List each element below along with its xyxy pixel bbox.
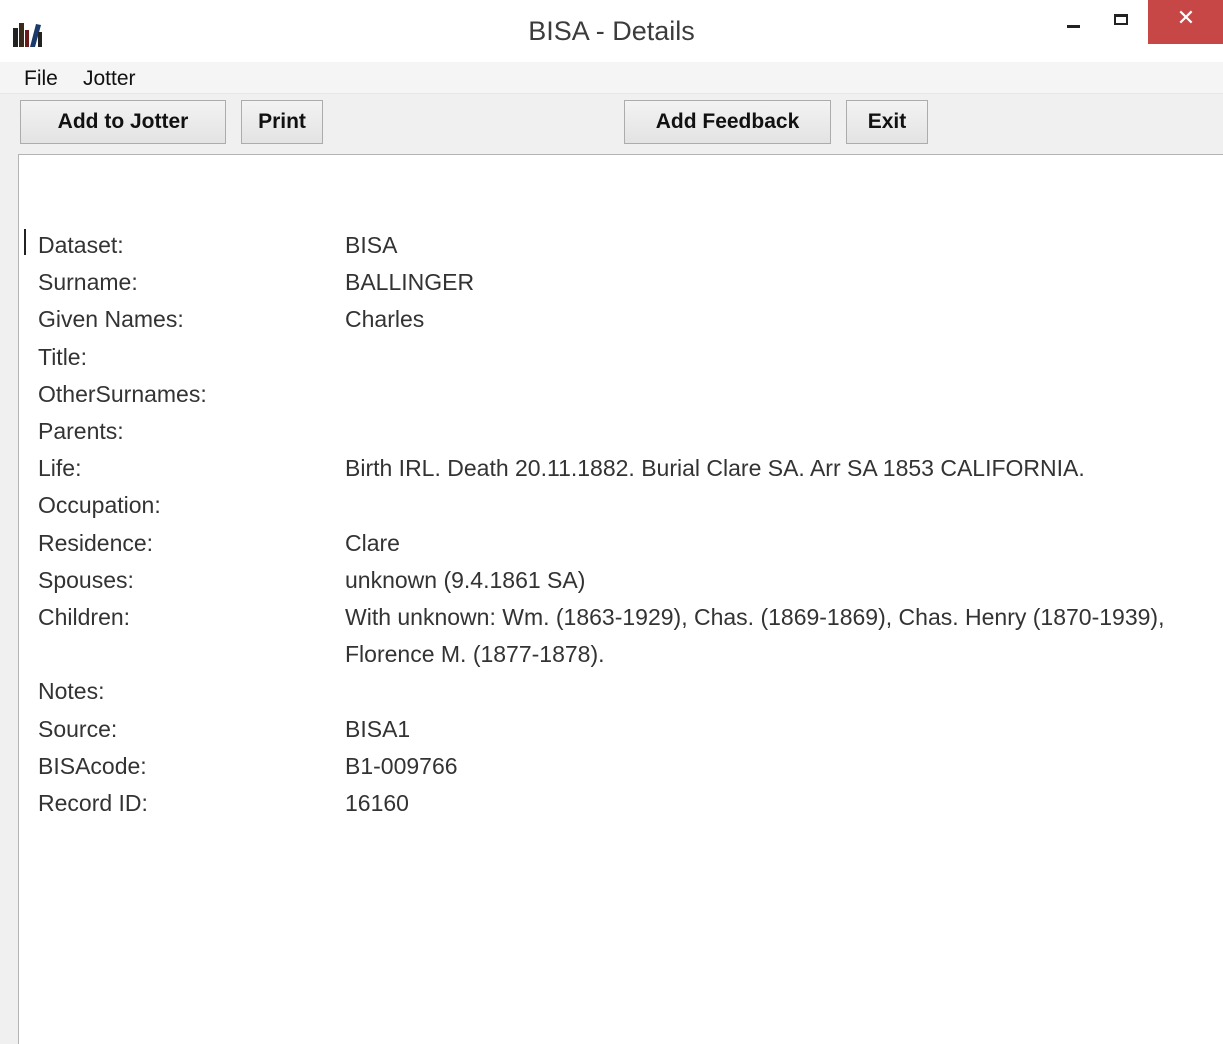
menu-bar: File Jotter bbox=[0, 62, 1223, 94]
field-value: Clare bbox=[345, 529, 400, 556]
field-value: BALLINGER bbox=[345, 269, 475, 296]
field-label: BISAcode: bbox=[38, 752, 147, 779]
field-label: OtherSurnames: bbox=[38, 380, 207, 407]
field-row: Given Names: Charles bbox=[38, 301, 1218, 338]
text-caret bbox=[24, 229, 26, 255]
record-fields: Dataset: BISA Surname: BALLINGER Given Names… bbox=[38, 227, 1218, 822]
field-label: Life: bbox=[38, 455, 82, 482]
field-value: Birth IRL. Death 20.11.1882. Burial Clar… bbox=[345, 455, 1085, 482]
field-row: Title: bbox=[38, 339, 1218, 376]
field-value: 16160 bbox=[345, 790, 409, 817]
print-button[interactable]: Print bbox=[241, 100, 323, 144]
details-window: BISA - Details ✕ File Jotter Add to Jott… bbox=[0, 0, 1223, 1044]
maximize-button[interactable] bbox=[1098, 0, 1144, 44]
add-feedback-button[interactable]: Add Feedback bbox=[624, 100, 831, 144]
field-value: Charles bbox=[345, 306, 425, 333]
field-value: unknown (9.4.1861 SA) bbox=[345, 566, 586, 593]
field-value: BISA bbox=[345, 232, 398, 258]
window-title: BISA - Details bbox=[528, 16, 695, 46]
field-row: OtherSurnames: bbox=[38, 376, 1218, 413]
field-row: Spouses: unknown (9.4.1861 SA) bbox=[38, 562, 1218, 599]
field-row: Source: BISA1 bbox=[38, 711, 1218, 748]
field-value: BISA1 bbox=[345, 715, 411, 742]
field-row: BISAcode: B1-009766 bbox=[38, 748, 1218, 785]
field-row: Surname: BALLINGER bbox=[38, 264, 1218, 301]
field-label: Given Names: bbox=[38, 306, 184, 333]
field-label: Record ID: bbox=[38, 790, 148, 817]
field-label: Spouses: bbox=[38, 566, 134, 593]
field-value bbox=[345, 339, 1218, 376]
field-value: B1-009766 bbox=[345, 752, 458, 779]
field-value bbox=[345, 487, 1218, 524]
details-panel[interactable]: Dataset: BISA Surname: BALLINGER Given Names… bbox=[18, 154, 1223, 1044]
field-label: Parents: bbox=[38, 418, 124, 445]
field-row: Record ID: 16160 bbox=[38, 785, 1218, 822]
field-row: Notes: bbox=[38, 673, 1218, 710]
field-row: Occupation: bbox=[38, 487, 1218, 524]
field-row: Dataset: BISA bbox=[38, 227, 1218, 264]
field-label: Notes: bbox=[38, 678, 105, 705]
field-row: Life: Birth IRL. Death 20.11.1882. Burial… bbox=[38, 450, 1218, 487]
menu-file[interactable]: File bbox=[24, 67, 58, 91]
field-label: Residence: bbox=[38, 529, 154, 556]
field-value bbox=[345, 673, 1218, 710]
minimize-button[interactable] bbox=[1050, 0, 1096, 44]
field-value: With unknown: Wm. (1863-1929), Chas. (18… bbox=[345, 604, 1171, 668]
title-bar[interactable]: BISA - Details ✕ bbox=[0, 0, 1223, 62]
maximize-icon bbox=[1114, 13, 1128, 25]
field-row: Children: With unknown: Wm. (1863-1929), … bbox=[38, 599, 1218, 673]
field-label: Title: bbox=[38, 343, 87, 370]
field-label: Surname: bbox=[38, 269, 138, 296]
field-row: Parents: bbox=[38, 413, 1218, 450]
field-row: Residence: Clare bbox=[38, 525, 1218, 562]
minimize-icon bbox=[1066, 24, 1080, 28]
field-value bbox=[345, 376, 1218, 413]
add-to-jotter-button[interactable]: Add to Jotter bbox=[20, 100, 226, 144]
menu-jotter[interactable]: Jotter bbox=[83, 67, 136, 91]
exit-button[interactable]: Exit bbox=[846, 100, 928, 144]
field-label: Source: bbox=[38, 715, 118, 742]
field-value bbox=[345, 413, 1218, 450]
close-button[interactable]: ✕ bbox=[1148, 0, 1223, 44]
field-label: Dataset: bbox=[38, 232, 124, 258]
close-icon: ✕ bbox=[1176, 5, 1196, 31]
toolbar: Add to Jotter Print Add Feedback Exit bbox=[0, 94, 1223, 154]
field-label: Children: bbox=[38, 604, 131, 631]
field-label: Occupation: bbox=[38, 492, 161, 519]
